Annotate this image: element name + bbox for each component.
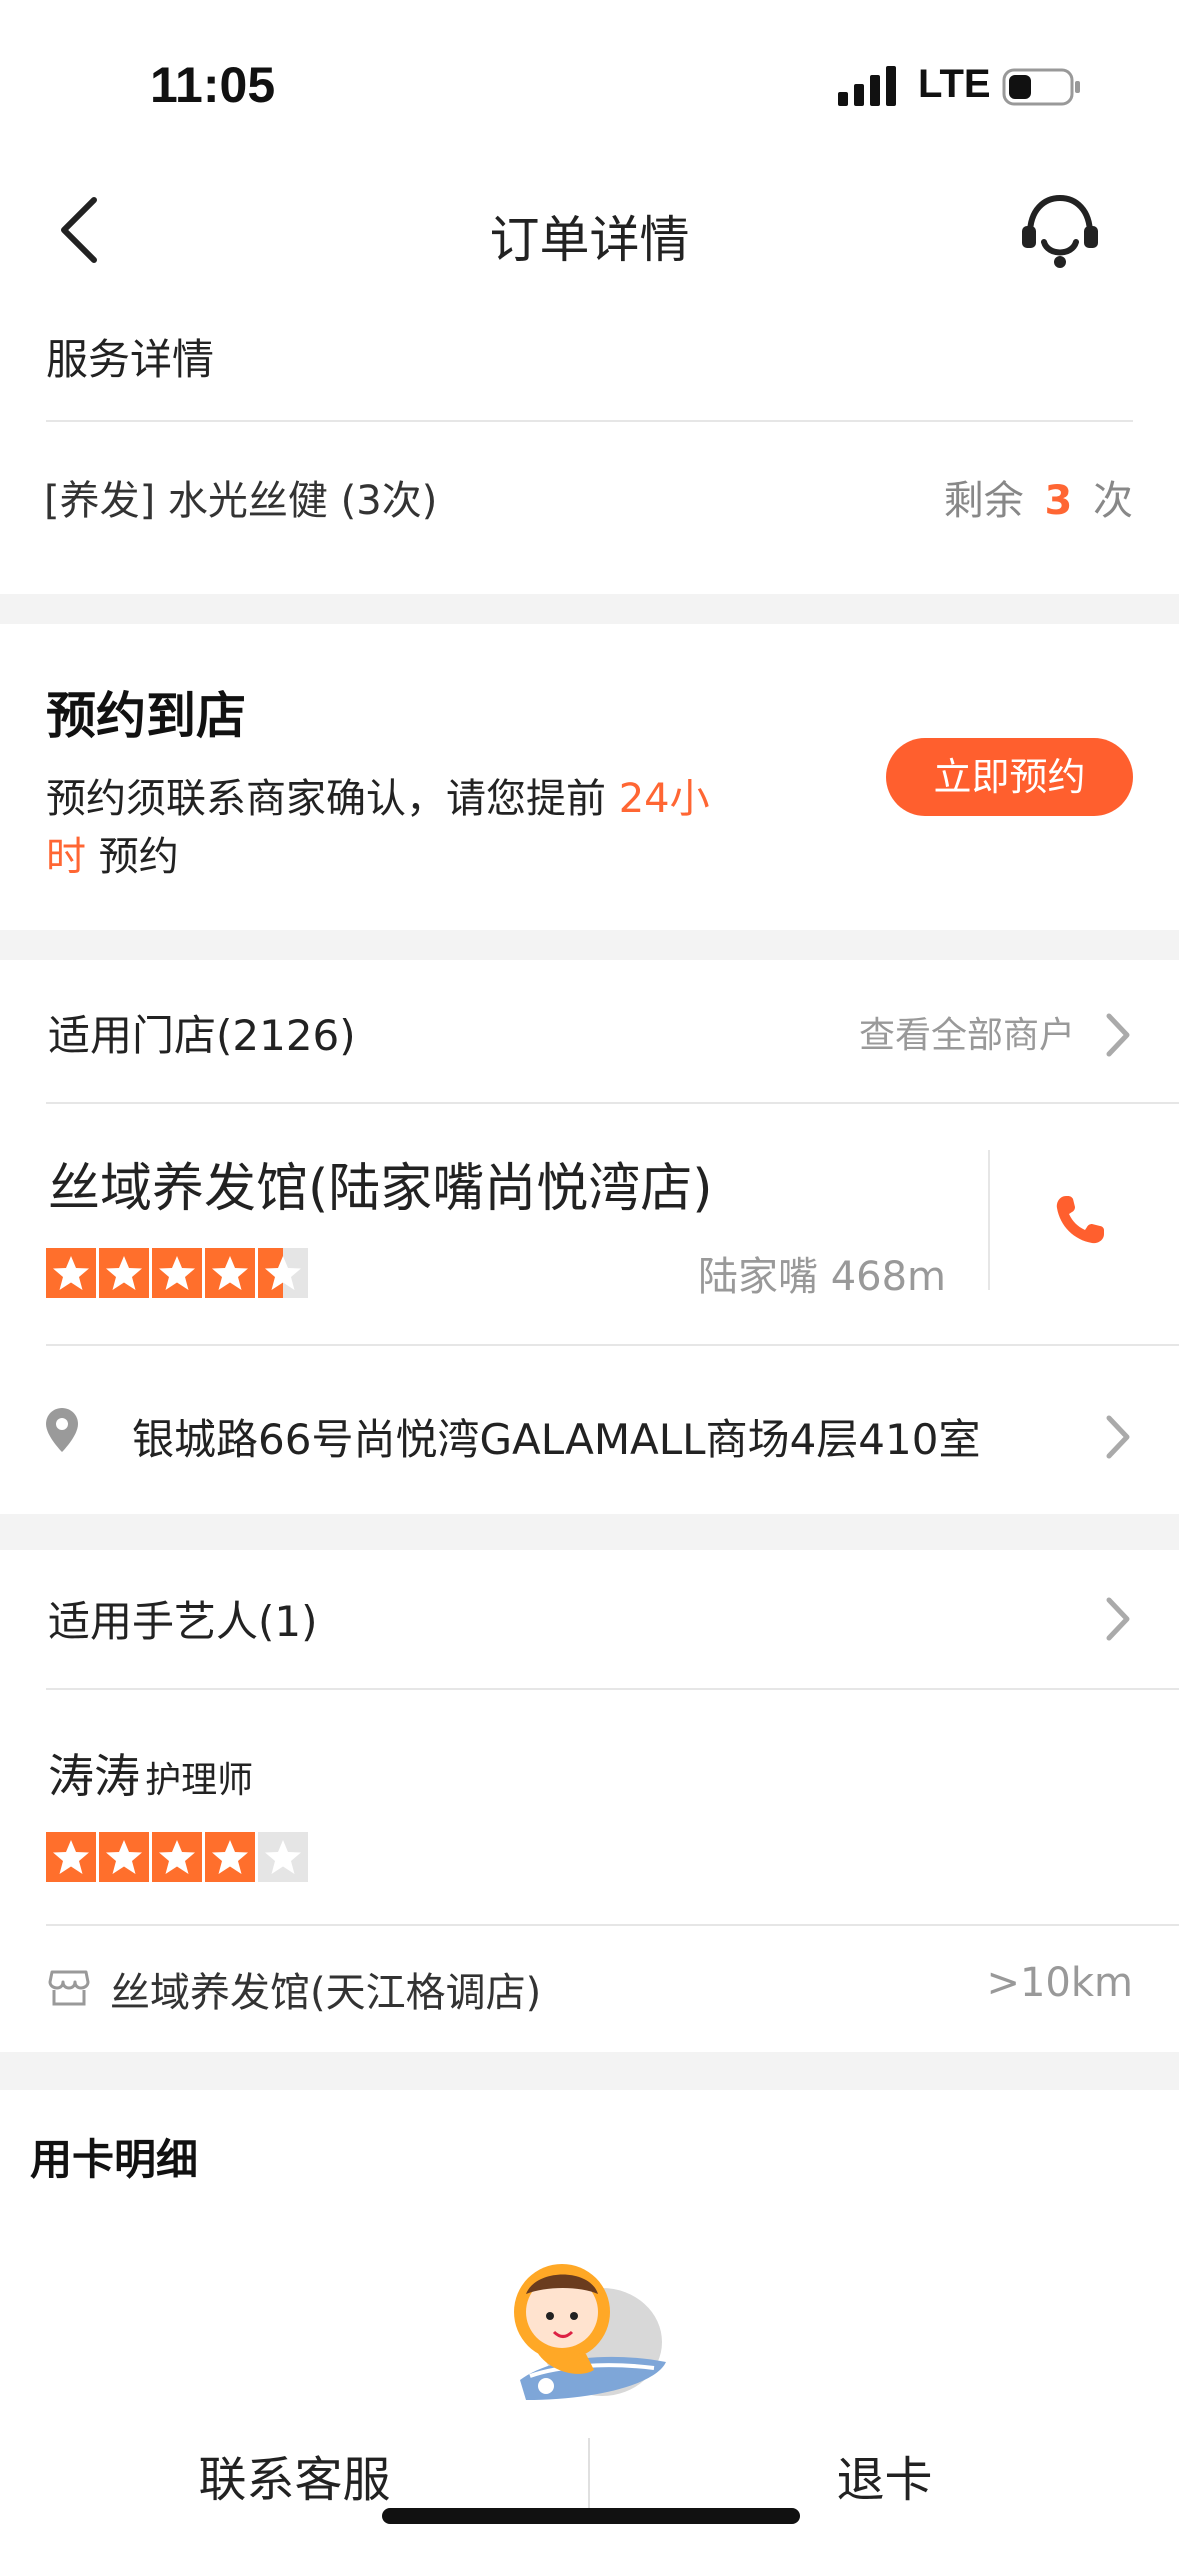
store-name[interactable]: 丝域养发馆(陆家嘴尚悦湾店) xyxy=(48,1146,713,1221)
booking-desc: 预约须联系商家确认，请您提前 24小 时 预约 xyxy=(46,770,746,886)
stores-section: 适用门店(2126) 查看全部商户 丝域养发馆(陆家嘴尚悦湾店) 陆家嘴 468… xyxy=(0,960,1179,1514)
store-icon xyxy=(48,1970,90,2006)
service-item-name: [养发] 水光丝健 (3次) xyxy=(44,478,438,524)
artisan-info[interactable]: 涛涛 护理师 xyxy=(48,1740,253,1806)
remaining-suffix: 次 xyxy=(1093,478,1133,524)
chevron-right-icon[interactable] xyxy=(1103,1010,1133,1060)
star-icon xyxy=(258,1248,308,1298)
artisan-name: 涛涛 xyxy=(48,1749,140,1803)
status-bar: 11:05 LTE xyxy=(0,0,1179,150)
chevron-right-icon[interactable] xyxy=(1103,1594,1133,1644)
location-pin-icon xyxy=(46,1408,78,1452)
view-all-stores-link[interactable]: 查看全部商户 xyxy=(859,1006,1075,1058)
card-details-section: 用卡明细 xyxy=(0,2090,1179,2412)
artisan-role: 护理师 xyxy=(145,1760,254,1801)
star-icon xyxy=(205,1832,255,1882)
remaining-count: 剩余 3 次 xyxy=(944,468,1133,526)
booking-hours-b: 时 xyxy=(46,834,86,880)
star-icon xyxy=(46,1832,96,1882)
booking-hours-a: 24小 xyxy=(618,776,710,822)
artisan-rating xyxy=(46,1832,308,1882)
stores-header: 适用门店(2126) xyxy=(48,1011,356,1060)
star-icon xyxy=(46,1248,96,1298)
service-section: 服务详情 [养发] 水光丝健 (3次) 剩余 3 次 xyxy=(0,296,1179,594)
artisan-store[interactable]: 丝域养发馆(天江格调店) xyxy=(110,1960,541,2018)
remaining-prefix: 剩余 xyxy=(943,478,1024,524)
booking-desc-tail: 预约 xyxy=(98,834,179,880)
battery-icon xyxy=(1002,68,1080,106)
star-icon xyxy=(99,1832,149,1882)
signal-icon xyxy=(838,66,896,106)
page-title: 订单详情 xyxy=(489,211,690,269)
service-header: 服务详情 xyxy=(46,335,215,384)
empty-state-mascot-icon xyxy=(514,2264,666,2400)
phone-icon[interactable] xyxy=(1052,1192,1108,1248)
status-time: 11:05 xyxy=(150,57,276,113)
booking-title: 预约到店 xyxy=(46,687,246,745)
artisan-distance: >10km xyxy=(986,1960,1133,2006)
nav-bar: 订单详情 xyxy=(0,160,1179,296)
store-rating xyxy=(46,1248,308,1298)
chevron-right-icon[interactable] xyxy=(1103,1412,1133,1462)
star-icon xyxy=(99,1248,149,1298)
book-now-button[interactable]: 立即预约 xyxy=(886,738,1133,816)
headset-icon[interactable] xyxy=(1018,188,1102,272)
network-type: LTE xyxy=(918,62,991,106)
remaining-number: 3 xyxy=(1044,478,1073,524)
vertical-divider xyxy=(988,1150,990,1290)
artisans-header: 适用手艺人(1) xyxy=(48,1597,318,1646)
star-icon xyxy=(205,1248,255,1298)
star-icon xyxy=(258,1832,308,1882)
store-distance: 陆家嘴 468m xyxy=(698,1254,947,1300)
home-indicator xyxy=(382,2508,800,2524)
artisans-section: 适用手艺人(1) 涛涛 护理师 丝域养发馆(天江格调店) >10km xyxy=(0,1550,1179,2052)
refund-card-button[interactable]: 退卡 xyxy=(590,2440,1179,2510)
card-details-title: 用卡明细 xyxy=(30,2135,199,2184)
contact-service-button[interactable]: 联系客服 xyxy=(0,2440,589,2510)
star-icon xyxy=(152,1832,202,1882)
booking-desc-text: 预约须联系商家确认，请您提前 xyxy=(46,776,606,822)
star-icon xyxy=(152,1248,202,1298)
store-address[interactable]: 银城路66号尚悦湾GALAMALL商场4层410室 xyxy=(132,1406,980,1467)
bottom-action-bar: 联系客服 退卡 xyxy=(0,2412,1179,2556)
